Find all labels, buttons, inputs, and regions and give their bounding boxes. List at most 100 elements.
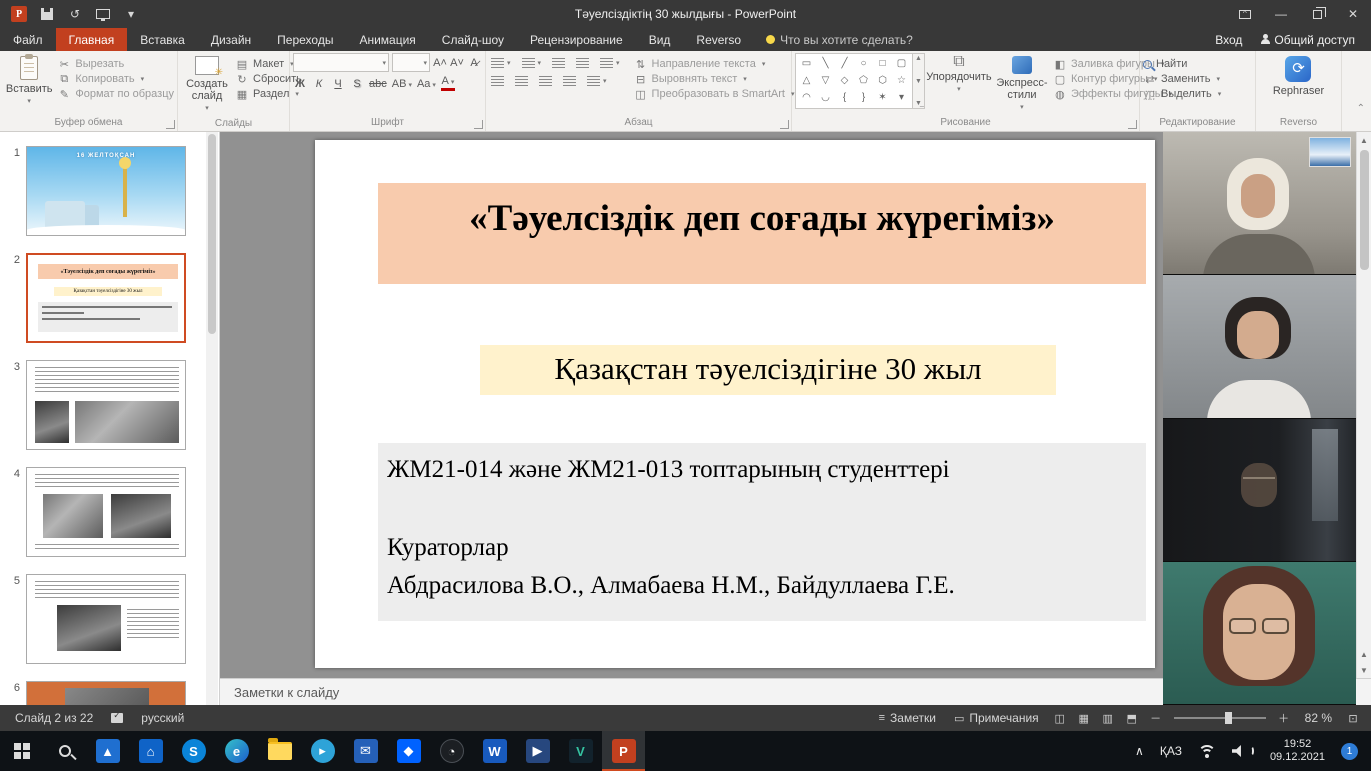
- arrange-button[interactable]: ⧉ Упорядочить: [927, 53, 991, 99]
- shape-icon[interactable]: △: [803, 76, 811, 86]
- share-button[interactable]: Общий доступ: [1260, 33, 1355, 47]
- tab-reverso[interactable]: Reverso: [683, 28, 754, 51]
- select-button[interactable]: ⬚Выделить: [1143, 88, 1221, 100]
- next-slide-icon[interactable]: ▼: [1357, 662, 1371, 678]
- slideshow-view-button[interactable]: ⬒: [1120, 707, 1144, 729]
- app-obs[interactable]: ◔: [430, 731, 473, 771]
- slide-thumbnail-3[interactable]: [26, 360, 186, 450]
- increase-indent-button[interactable]: [574, 57, 591, 69]
- underline-button[interactable]: Ч: [331, 78, 345, 90]
- strikethrough-button[interactable]: abc: [369, 78, 387, 90]
- shape-icon[interactable]: ▾: [899, 93, 904, 103]
- gallery-expand-icon[interactable]: ▼̲: [915, 100, 922, 107]
- tab-review[interactable]: Рецензирование: [517, 28, 636, 51]
- tab-transitions[interactable]: Переходы: [264, 28, 346, 51]
- dialog-launcher-icon[interactable]: [166, 120, 175, 129]
- app-word[interactable]: W: [473, 731, 516, 771]
- dialog-launcher-icon[interactable]: [474, 120, 483, 129]
- cut-button[interactable]: ✂Вырезать: [57, 58, 174, 70]
- app-video-tool[interactable]: V: [559, 731, 602, 771]
- align-right-button[interactable]: [537, 75, 554, 87]
- shapes-gallery[interactable]: ▭╲╱○□▢ △▽◇⬠⬡☆ ◠◡{}✶▾: [795, 53, 913, 109]
- app-skype[interactable]: S: [172, 731, 215, 771]
- reading-view-button[interactable]: ▥: [1096, 707, 1120, 729]
- align-left-button[interactable]: [489, 75, 506, 87]
- zoom-slider[interactable]: [1174, 717, 1266, 719]
- change-case-button[interactable]: Aa: [417, 78, 436, 90]
- shape-icon[interactable]: ✶: [878, 93, 886, 103]
- tell-me-box[interactable]: Что вы хотите сделать?: [766, 28, 913, 51]
- start-button[interactable]: [0, 731, 43, 771]
- action-center-button[interactable]: 1: [1334, 731, 1365, 771]
- slide-canvas[interactable]: «Тәуелсіздік деп соғады жүрегіміз» Қазақ…: [315, 140, 1155, 668]
- zoom-slider-thumb[interactable]: [1225, 712, 1232, 724]
- scroll-down-icon[interactable]: ▼: [915, 78, 922, 85]
- font-size-combo[interactable]: [392, 53, 430, 72]
- slide-sorter-view-button[interactable]: ▦: [1072, 707, 1096, 729]
- text-shadow-button[interactable]: S: [350, 78, 364, 90]
- line-spacing-button[interactable]: [598, 57, 622, 69]
- shape-icon[interactable]: ╲: [822, 59, 828, 69]
- participant-video-4[interactable]: [1163, 562, 1356, 705]
- app-media-player[interactable]: ▶: [516, 731, 559, 771]
- app-photos[interactable]: ▲: [86, 731, 129, 771]
- slide-body-textbox[interactable]: ЖМ21-014 және ЖМ21-013 топтарының студен…: [378, 443, 1146, 621]
- shape-icon[interactable]: ☆: [897, 76, 906, 86]
- font-name-combo[interactable]: [293, 53, 389, 72]
- shape-icon[interactable]: {: [843, 93, 846, 103]
- scrollbar-thumb[interactable]: [208, 134, 216, 334]
- rephraser-button[interactable]: ⟳ Rephraser: [1269, 53, 1328, 100]
- app-edge[interactable]: e: [215, 731, 258, 771]
- app-store[interactable]: ⌂: [129, 731, 172, 771]
- dialog-launcher-icon[interactable]: [780, 120, 789, 129]
- volume-icon[interactable]: [1225, 731, 1261, 771]
- dialog-launcher-icon[interactable]: [1128, 120, 1137, 129]
- tab-file[interactable]: Файл: [0, 28, 56, 51]
- justify-button[interactable]: [561, 75, 578, 87]
- convert-smartart-button[interactable]: ◫Преобразовать в SmartArt: [634, 88, 795, 100]
- fit-to-window-button[interactable]: ⊡: [1341, 707, 1365, 729]
- slide-thumbnail-4[interactable]: [26, 467, 186, 557]
- slide-title-textbox[interactable]: «Тәуелсіздік деп соғады жүрегіміз»: [378, 183, 1146, 284]
- bullets-button[interactable]: [489, 57, 513, 69]
- tab-animations[interactable]: Анимация: [346, 28, 428, 51]
- clear-formatting-icon[interactable]: A̷: [467, 57, 481, 69]
- spellcheck-button[interactable]: [102, 713, 132, 723]
- slide-scrollbar[interactable]: ▲ ▲ ▼: [1356, 132, 1371, 678]
- shape-icon[interactable]: }: [862, 93, 865, 103]
- columns-button[interactable]: [585, 75, 609, 87]
- character-spacing-button[interactable]: АВ: [392, 78, 412, 90]
- shape-icon[interactable]: ▭: [802, 59, 811, 69]
- shape-icon[interactable]: ⬡: [878, 76, 887, 86]
- shape-icon[interactable]: ▢: [897, 59, 906, 69]
- tray-expand-icon[interactable]: ∧: [1128, 731, 1151, 771]
- decrease-indent-button[interactable]: [550, 57, 567, 69]
- normal-view-button[interactable]: ◫: [1048, 707, 1072, 729]
- slide-counter[interactable]: Слайд 2 из 22: [6, 711, 102, 725]
- shape-icon[interactable]: ○: [860, 59, 866, 69]
- align-text-button[interactable]: ⊟Выровнять текст: [634, 73, 795, 85]
- quick-styles-button[interactable]: Экспресс-стили: [993, 53, 1051, 117]
- customize-quick-access-icon[interactable]: ▾: [122, 5, 140, 23]
- shape-icon[interactable]: ◡: [821, 93, 830, 103]
- comments-toggle[interactable]: ▭Примечания: [945, 711, 1048, 725]
- restore-icon[interactable]: [1299, 0, 1335, 28]
- tab-view[interactable]: Вид: [636, 28, 684, 51]
- taskbar-clock[interactable]: 19:52 09.12.2021: [1263, 731, 1332, 771]
- thumbnail-scrollbar[interactable]: [206, 132, 218, 705]
- app-telegram[interactable]: ▸: [301, 731, 344, 771]
- format-painter-button[interactable]: ✎Формат по образцу: [57, 88, 174, 100]
- minimize-icon[interactable]: —: [1263, 0, 1299, 28]
- slide-subtitle-textbox[interactable]: Қазақстан тәуелсіздігіне 30 жыл: [480, 345, 1056, 395]
- language-indicator[interactable]: русский: [132, 711, 193, 725]
- bold-button[interactable]: Ж: [293, 78, 307, 90]
- app-mail[interactable]: ✉: [344, 731, 387, 771]
- shapes-gallery-scroll[interactable]: ▲ ▼ ▼̲: [913, 53, 925, 109]
- participant-video-2[interactable]: [1163, 275, 1356, 418]
- zoom-in-button[interactable]: ＋: [1272, 707, 1296, 729]
- app-file-explorer[interactable]: [258, 731, 301, 771]
- participant-video-3[interactable]: [1163, 419, 1356, 562]
- keyboard-language[interactable]: ҚАЗ: [1153, 731, 1189, 771]
- new-slide-button[interactable]: Создать слайд: [181, 53, 233, 118]
- app-icon[interactable]: P: [10, 5, 28, 23]
